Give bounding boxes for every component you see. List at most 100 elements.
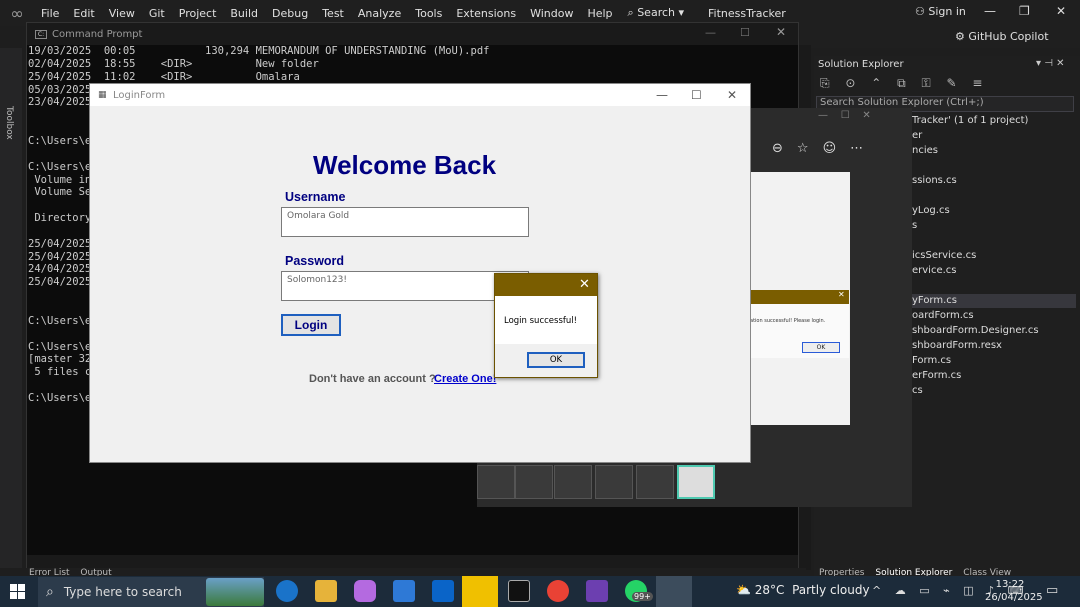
menu-project[interactable]: Project [172, 7, 224, 20]
visual-studio-taskbar-icon[interactable] [586, 580, 608, 602]
copilot-label: GitHub Copilot [968, 30, 1049, 43]
feedback-icon[interactable]: ☺ [823, 141, 851, 156]
solution-item[interactable]: er [912, 130, 922, 141]
solution-item[interactable]: ncies [912, 145, 938, 156]
photo-dialog-close-icon: ✕ [838, 290, 845, 299]
vs-close-icon[interactable]: ✕ [1056, 4, 1066, 18]
login-close-icon[interactable]: ✕ [727, 88, 737, 102]
thumbnail[interactable] [636, 465, 674, 499]
vs-restore-icon[interactable]: ❐ [1019, 4, 1030, 18]
solution-explorer-toolbar[interactable]: ⎘ ⊙ ⌃ ⧉ ⚿ ✎ ≡ [820, 76, 988, 91]
menu-analyze[interactable]: Analyze [351, 7, 408, 20]
windows-start-icon[interactable] [10, 584, 26, 600]
menu-help[interactable]: Help [580, 7, 619, 20]
login-button[interactable]: Login [281, 314, 341, 336]
menu-view[interactable]: View [102, 7, 142, 20]
sign-in-button[interactable]: ⚇ Sign in [915, 5, 966, 18]
solution-item[interactable]: yForm.cs [912, 295, 957, 306]
vs-minimize-icon[interactable]: — [984, 4, 996, 18]
store-icon[interactable] [393, 580, 415, 602]
favorite-icon[interactable]: ☆ [797, 141, 823, 156]
cmd-line: C:\Users\e [28, 134, 92, 147]
menu-window[interactable]: Window [523, 7, 580, 20]
taskbar-search-placeholder: Type here to search [63, 585, 182, 599]
create-account-link[interactable]: Create One! [434, 373, 496, 385]
toolbox-strip[interactable]: Toolbox [0, 48, 22, 568]
command-prompt-title: Command Prompt [52, 28, 143, 40]
vs-search-button[interactable]: ⌕ Search ▾ [628, 6, 685, 20]
solution-item[interactable]: Form.cs [912, 355, 951, 366]
task-view-icon[interactable] [656, 576, 692, 607]
menu-extensions[interactable]: Extensions [449, 7, 523, 20]
solution-item[interactable]: shboardForm.resx [912, 340, 1002, 351]
command-prompt-titlebar: C: Command Prompt [27, 23, 798, 45]
taskbar-clock[interactable]: 13:22 26/04/2025 [985, 578, 1043, 604]
dialog-close-icon[interactable]: ✕ [579, 277, 590, 292]
photo-viewer-toolbar[interactable]: ⊖☆☺⋯ [772, 141, 877, 156]
cmd-horizontal-scrollbar[interactable] [27, 555, 798, 569]
login-minimize-icon[interactable]: — [656, 88, 668, 102]
chrome-icon[interactable] [547, 580, 569, 602]
dialog-ok-button[interactable]: OK [527, 352, 585, 368]
file-explorer-icon[interactable] [315, 580, 337, 602]
login-success-dialog[interactable]: ✕ Login successful! OK [494, 273, 598, 378]
zoom-out-icon[interactable]: ⊖ [772, 141, 797, 156]
outlook-icon[interactable] [432, 580, 454, 602]
copilot-icon: ⚙ [955, 30, 969, 43]
toolbox-label: Toolbox [4, 106, 14, 140]
panel-options-icon[interactable]: ▾ ⊣ ✕ [1036, 58, 1064, 69]
solution-item[interactable]: yLog.cs [912, 205, 950, 216]
notification-icon[interactable]: ▭ [1046, 583, 1058, 598]
menu-build[interactable]: Build [223, 7, 265, 20]
solution-item[interactable]: icsService.cs [912, 250, 976, 261]
copilot-app-icon[interactable] [354, 580, 376, 602]
weather-widget[interactable]: ⛅ 28°C Partly cloudy [736, 583, 870, 597]
cmd-line: 19/03/2025 00:05 130,294 MEMORANDUM OF U… [28, 45, 490, 57]
weather-temp: 28°C [754, 583, 785, 597]
more-icon[interactable]: ⋯ [850, 141, 877, 156]
github-copilot-button[interactable]: ⚙ GitHub Copilot [955, 30, 1049, 43]
photo-dialog-text: ation successful! Please login. [750, 318, 826, 324]
photo-dialog-ok: OK [802, 342, 840, 353]
photo-viewer-window-controls[interactable]: — ☐ ✕ [818, 110, 871, 121]
thumbnail[interactable] [477, 465, 515, 499]
solution-item[interactable]: Tracker' (1 of 1 project) [912, 115, 1028, 126]
solution-item[interactable]: shboardForm.Designer.cs [912, 325, 1039, 336]
solution-item[interactable]: s [912, 220, 917, 231]
cmd-maximize-icon[interactable]: ☐ [740, 26, 750, 39]
thumbnail[interactable] [515, 465, 553, 499]
login-window-title: LoginForm [113, 89, 166, 101]
menu-debug[interactable]: Debug [265, 7, 315, 20]
menu-file[interactable]: File [34, 7, 66, 20]
menu-tools[interactable]: Tools [408, 7, 449, 20]
vs-search-label: Search [637, 6, 675, 19]
whatsapp-badge: 99+ [632, 592, 653, 601]
solution-item[interactable]: oardForm.cs [912, 310, 974, 321]
password-label: Password [285, 254, 345, 268]
edge-icon[interactable] [276, 580, 298, 602]
cmd-line: 24/04/2025 [28, 263, 92, 276]
sticky-notes-icon[interactable] [462, 576, 498, 607]
login-maximize-icon[interactable]: ☐ [691, 88, 702, 102]
thumbnail[interactable] [595, 465, 633, 499]
cmd-close-icon[interactable]: ✕ [776, 25, 786, 39]
terminal-icon: C: [35, 29, 47, 39]
thumbnail-selected[interactable] [677, 465, 715, 499]
solution-item[interactable]: ervice.cs [912, 265, 957, 276]
menu-test[interactable]: Test [315, 7, 351, 20]
cmd-line: [master 32 [28, 353, 92, 366]
login-form-window[interactable]: ▦ LoginForm — ☐ ✕ Welcome Back Username O… [89, 83, 751, 463]
solution-item[interactable]: ssions.cs [912, 175, 957, 186]
clock-time: 13:22 [995, 579, 1025, 590]
cmd-minimize-icon[interactable]: — [705, 26, 716, 39]
thumbnail[interactable] [554, 465, 592, 499]
username-input[interactable]: Omolara Gold [281, 207, 529, 237]
dialog-message: Login successful! [504, 316, 578, 326]
menu-git[interactable]: Git [142, 7, 172, 20]
search-icon: ⌕ [627, 6, 638, 19]
menu-edit[interactable]: Edit [66, 7, 101, 20]
terminal-taskbar-icon[interactable] [508, 580, 530, 602]
solution-item[interactable]: erForm.cs [912, 370, 961, 381]
solution-item[interactable]: cs [912, 385, 923, 396]
password-input[interactable]: Solomon123! [281, 271, 529, 301]
